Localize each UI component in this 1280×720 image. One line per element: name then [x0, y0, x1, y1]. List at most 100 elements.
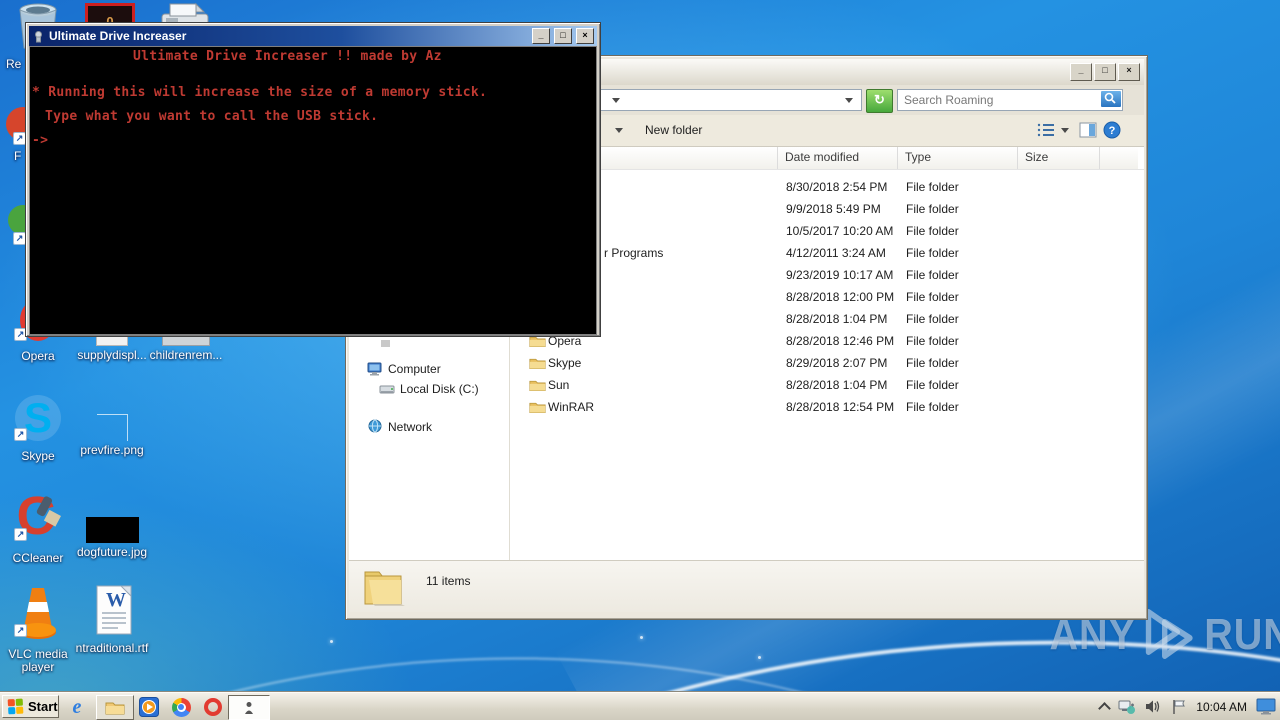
close-button[interactable]: ×: [576, 28, 594, 44]
broken-image-icon: [96, 414, 128, 441]
nav-item-partial: [381, 340, 390, 347]
svg-text:W: W: [106, 589, 126, 611]
network-tray-icon[interactable]: [1118, 699, 1136, 715]
minimize-button[interactable]: _: [1070, 63, 1092, 81]
desktop-icon-dogfuture[interactable]: dogfuture.jpg: [74, 488, 150, 559]
minimize-button[interactable]: _: [532, 28, 550, 44]
file-date-modified: 9/9/2018 5:49 PM: [786, 202, 881, 216]
console-instruction-line: Type what you want to call the USB stick…: [45, 109, 379, 124]
folder-large-icon: [364, 571, 405, 606]
watermark-run: RUN: [1204, 610, 1280, 659]
file-date-modified: 8/28/2018 12:00 PM: [786, 290, 895, 304]
file-name: WinRAR: [548, 400, 595, 414]
file-date-modified: 4/12/2011 3:24 AM: [786, 246, 886, 260]
desktop-icon-ccleaner[interactable]: C ↗ CCleaner: [0, 486, 76, 565]
file-date-modified: 8/28/2018 12:54 PM: [786, 400, 895, 414]
console-warning-line: * Running this will increase the size of…: [32, 85, 488, 100]
column-header-type[interactable]: Type: [898, 147, 1018, 169]
file-row[interactable]: 8/28/2018 12:00 PM File folder: [510, 287, 1138, 309]
file-type: File folder: [906, 246, 959, 260]
views-icon[interactable]: [1037, 123, 1055, 137]
search-icon: [1104, 92, 1116, 104]
anyrun-logo-icon: [1145, 609, 1193, 659]
file-row[interactable]: 10/5/2017 10:20 AM File folder: [510, 221, 1138, 243]
desktop-icon-label: supplydispl...: [77, 348, 147, 362]
file-row[interactable]: Sun 8/28/2018 1:04 PM File folder: [510, 375, 1138, 397]
address-dropdown-icon[interactable]: [845, 98, 853, 103]
desktop-icon-label: Opera: [21, 349, 55, 363]
console-app-icon: [35, 30, 42, 42]
preview-pane-icon[interactable]: [1079, 122, 1097, 138]
close-button[interactable]: ×: [1118, 63, 1140, 81]
console-banner: Ultimate Drive Increaser !! made by Az: [133, 49, 442, 64]
search-input[interactable]: Search Roaming: [897, 89, 1123, 111]
console-titlebar[interactable]: Ultimate Drive Increaser _ □ ×: [29, 26, 597, 46]
status-item-count: 11 items: [426, 574, 471, 588]
column-header-size[interactable]: Size: [1018, 147, 1100, 169]
file-row[interactable]: 9/9/2018 5:49 PM File folder: [510, 199, 1138, 221]
taskbar-udi-task-button[interactable]: [228, 695, 270, 720]
file-type: File folder: [906, 400, 959, 414]
udi-app-icon: [245, 701, 253, 714]
action-center-flag-icon[interactable]: [1171, 699, 1187, 715]
tray-expand-icon[interactable]: [1098, 701, 1112, 715]
views-dropdown-icon[interactable]: [1061, 128, 1069, 133]
file-type: File folder: [906, 268, 959, 282]
toolbar-dropdown-icon[interactable]: [615, 128, 623, 133]
show-desktop-icon[interactable]: [1256, 698, 1276, 715]
file-row[interactable]: 9/23/2019 10:17 AM File folder: [510, 265, 1138, 287]
svg-text:S: S: [24, 394, 52, 441]
desktop-icon-ntraditional[interactable]: W ntraditional.rtf: [74, 584, 150, 655]
nav-label: Network: [388, 419, 433, 434]
desktop-icon-skype[interactable]: S ↗ Skype: [0, 392, 76, 463]
maximize-button[interactable]: □: [1094, 63, 1116, 81]
file-type: File folder: [906, 202, 959, 216]
taskbar-explorer-button[interactable]: [96, 695, 134, 720]
nav-item-computer[interactable]: Computer: [367, 362, 441, 376]
start-button[interactable]: Start: [2, 695, 59, 718]
column-header-date[interactable]: Date modified: [778, 147, 898, 169]
nav-label: Local Disk (C:): [400, 382, 479, 396]
help-icon[interactable]: ?: [1103, 121, 1121, 139]
computer-icon: [367, 362, 382, 376]
folder-icon: [529, 402, 546, 414]
wallpaper-sparkle: [330, 640, 333, 643]
volume-icon[interactable]: [1145, 699, 1162, 714]
search-button[interactable]: [1101, 91, 1121, 107]
nav-item-network[interactable]: Network: [367, 419, 432, 434]
console-prompt: ->: [32, 133, 49, 148]
rtf-document-icon: W: [96, 585, 132, 635]
file-row[interactable]: r Programs 4/12/2011 3:24 AM File folder: [510, 243, 1138, 265]
column-header-extra: [1100, 147, 1138, 169]
file-type: File folder: [906, 334, 959, 348]
file-row[interactable]: WinRAR 8/28/2018 12:54 PM File folder: [510, 397, 1138, 419]
maximize-button[interactable]: □: [554, 28, 572, 44]
refresh-button[interactable]: ↻: [866, 89, 893, 113]
folder-icon: [529, 380, 546, 392]
file-row[interactable]: 8/30/2018 2:54 PM File folder: [510, 177, 1138, 199]
folder-icon: [105, 702, 125, 714]
new-folder-button[interactable]: New folder: [645, 123, 702, 137]
taskbar-wmp-icon[interactable]: [138, 696, 160, 718]
folder-icon: [529, 358, 546, 370]
file-row[interactable]: Skype 8/29/2018 2:07 PM File folder: [510, 353, 1138, 375]
desktop-icon-label: ntraditional.rtf: [75, 641, 149, 655]
nav-item-local-disk[interactable]: Local Disk (C:): [379, 382, 479, 396]
status-bar: 11 items: [349, 560, 1144, 612]
breadcrumb-dropdown-icon[interactable]: [612, 98, 620, 103]
taskbar-clock[interactable]: 10:04 AM: [1196, 700, 1247, 714]
file-row[interactable]: Opera 8/28/2018 12:46 PM File folder: [510, 331, 1138, 353]
taskbar-ie-icon[interactable]: e: [66, 696, 88, 718]
taskbar-opera-icon[interactable]: [202, 696, 224, 718]
desktop-icon-label: Skype: [21, 449, 55, 463]
desktop-icon-prevfire[interactable]: prevfire.png: [74, 392, 150, 457]
desktop-icon-vlc[interactable]: ↗ VLC media player: [0, 584, 76, 674]
file-type: File folder: [906, 378, 959, 392]
chrome-glyph: [171, 697, 191, 717]
file-row[interactable]: 8/28/2018 1:04 PM File folder: [510, 309, 1138, 331]
taskbar-chrome-icon[interactable]: [170, 696, 192, 718]
file-name: Skype: [548, 356, 582, 370]
desktop-icon-label: CCleaner: [12, 551, 64, 565]
console-output[interactable]: Ultimate Drive Increaser !! made by Az *…: [29, 46, 597, 335]
file-type: File folder: [906, 180, 959, 194]
